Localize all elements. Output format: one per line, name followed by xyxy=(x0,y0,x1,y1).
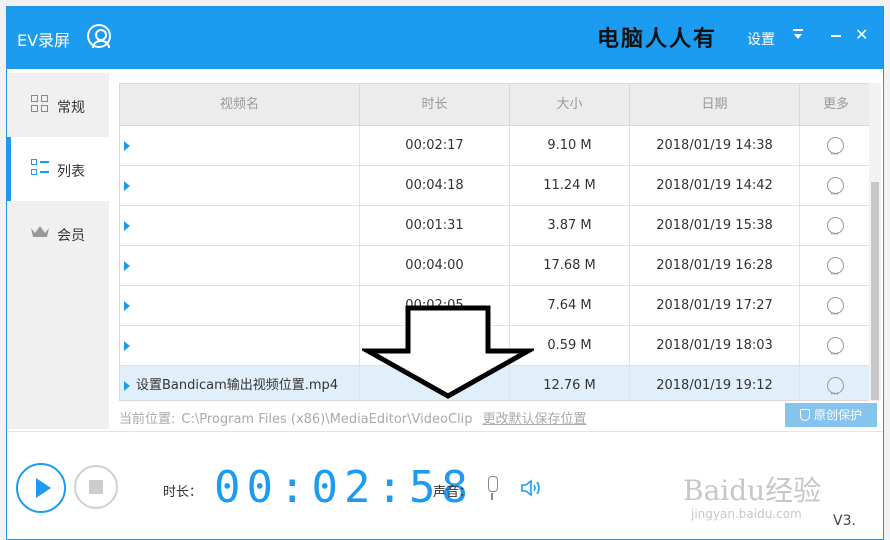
play-icon[interactable] xyxy=(124,141,130,151)
duration-cell: 00:02:17 xyxy=(360,126,510,166)
table-row[interactable]: 00:04:00 17.68 M 2018/01/19 16:28 xyxy=(120,246,870,294)
shield-icon xyxy=(799,409,810,421)
play-icon[interactable] xyxy=(124,221,130,231)
title-bar: EV录屏 电脑人人有 设置 ✕ xyxy=(7,7,883,69)
more-icon[interactable] xyxy=(827,334,844,374)
duration-label: 时长： xyxy=(163,485,203,500)
speaker-icon[interactable] xyxy=(520,478,544,498)
duration-cell: 00:04:18 xyxy=(360,166,510,206)
column-header-duration[interactable]: 时长 xyxy=(360,84,510,126)
column-header-date[interactable]: 日期 xyxy=(630,84,800,126)
grid-icon xyxy=(31,95,49,113)
microphone-icon[interactable] xyxy=(485,476,499,502)
settings-button[interactable]: 设置 xyxy=(747,29,775,49)
stop-button[interactable] xyxy=(74,465,118,509)
more-icon[interactable] xyxy=(827,174,844,214)
watermark-text: 电脑人人有 xyxy=(597,26,718,52)
scrollbar-thumb[interactable] xyxy=(871,182,879,400)
sidebar-item-member[interactable]: 会员 xyxy=(7,201,109,265)
date-cell: 2018/01/19 17:27 xyxy=(630,286,800,326)
app-title: EV录屏 xyxy=(17,31,71,50)
sidebar-item-list[interactable]: 列表 xyxy=(7,137,109,201)
duration-cell: 00:01:31 xyxy=(360,206,510,246)
crown-icon xyxy=(31,226,49,237)
more-icon[interactable] xyxy=(827,374,844,400)
play-icon[interactable] xyxy=(124,181,130,191)
sidebar-item-label: 列表 xyxy=(57,164,85,180)
minimize-icon[interactable] xyxy=(831,35,841,37)
date-cell: 2018/01/19 16:28 xyxy=(630,246,800,286)
play-icon[interactable] xyxy=(124,341,130,351)
size-cell: 17.68 M xyxy=(510,246,630,286)
dropdown-icon[interactable] xyxy=(793,29,805,41)
date-cell: 2018/01/19 14:42 xyxy=(630,166,800,206)
original-protect-button[interactable]: 原创保护 xyxy=(785,403,877,427)
column-header-more: 更多 xyxy=(822,97,849,112)
play-icon[interactable] xyxy=(124,381,130,391)
sound-label: 声音： xyxy=(433,485,473,500)
baidu-url-watermark: jingyan.baidu.com xyxy=(691,507,802,521)
table-row[interactable]: 00:04:18 11.24 M 2018/01/19 14:42 xyxy=(120,166,870,214)
more-icon[interactable] xyxy=(827,254,844,294)
sidebar: 常规 列表 会员 xyxy=(7,73,109,429)
version-label: V3. xyxy=(833,513,856,529)
size-cell: 3.87 M xyxy=(510,206,630,246)
date-cell: 2018/01/19 18:03 xyxy=(630,326,800,366)
file-name: 设置Bandicam输出视频位置.mp4 xyxy=(136,378,339,393)
app-window: EV录屏 电脑人人有 设置 ✕ 常规 列表 会员 视频名 时长 大小 日期 更多… xyxy=(6,6,884,540)
location-path: C:\Program Files (x86)\MediaEditor\Video… xyxy=(181,412,473,427)
play-icon[interactable] xyxy=(124,261,130,271)
save-location: 当前位置: C:\Program Files (x86)\MediaEditor\… xyxy=(119,408,587,427)
change-location-link[interactable]: 更改默认保存位置 xyxy=(483,412,587,427)
more-icon[interactable] xyxy=(827,214,844,254)
user-icon[interactable] xyxy=(87,24,111,48)
date-cell: 2018/01/19 14:38 xyxy=(630,126,800,166)
table-header: 视频名 时长 大小 日期 更多 xyxy=(120,84,870,126)
column-header-size[interactable]: 大小 xyxy=(510,84,630,126)
table-row[interactable]: 00:01:31 3.87 M 2018/01/19 15:38 xyxy=(120,206,870,254)
baidu-logo-watermark: Baidu经验 xyxy=(683,474,822,507)
more-icon[interactable] xyxy=(827,134,844,174)
play-button[interactable] xyxy=(16,463,66,513)
more-icon[interactable] xyxy=(827,294,844,334)
list-icon xyxy=(31,159,49,177)
table-row[interactable]: 00:02:17 9.10 M 2018/01/19 14:38 xyxy=(120,126,870,174)
location-label: 当前位置: xyxy=(119,412,176,427)
size-cell: 9.10 M xyxy=(510,126,630,166)
close-icon[interactable]: ✕ xyxy=(855,25,868,44)
column-header-name[interactable]: 视频名 xyxy=(120,84,360,126)
sidebar-item-general[interactable]: 常规 xyxy=(7,73,109,137)
size-cell: 11.24 M xyxy=(510,166,630,206)
down-arrow-annotation xyxy=(362,305,534,399)
date-cell: 2018/01/19 19:12 xyxy=(630,366,800,400)
play-icon[interactable] xyxy=(124,301,130,311)
duration-cell: 00:04:00 xyxy=(360,246,510,286)
sidebar-item-label: 会员 xyxy=(57,228,85,244)
sidebar-item-label: 常规 xyxy=(57,100,85,116)
date-cell: 2018/01/19 15:38 xyxy=(630,206,800,246)
protect-button-label: 原创保护 xyxy=(813,408,862,422)
